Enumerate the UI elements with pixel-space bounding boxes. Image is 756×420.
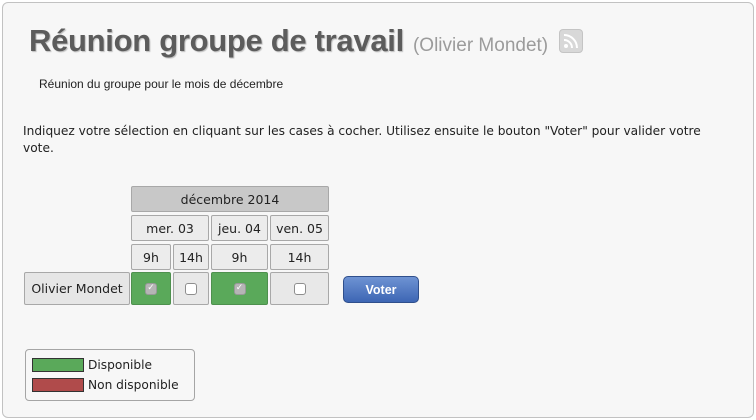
title-row: Réunion groupe de travail (Olivier Monde…: [29, 23, 584, 59]
poll-title: Réunion groupe de travail: [29, 23, 404, 58]
checkbox-checked[interactable]: ✓: [145, 282, 157, 295]
legend-item-unavailable: Non disponible: [32, 378, 179, 392]
checkbox-unchecked[interactable]: [293, 282, 306, 295]
checkbox-checked[interactable]: ✓: [233, 282, 246, 295]
time-header: 9h: [131, 244, 171, 270]
vote-button[interactable]: Voter: [343, 276, 419, 303]
poll-description: Réunion du groupe pour le mois de décemb…: [39, 77, 284, 91]
legend: Disponible Non disponible: [25, 349, 195, 401]
legend-label-available: Disponible: [88, 358, 153, 372]
poll-panel: Réunion groupe de travail (Olivier Monde…: [2, 2, 754, 418]
time-header: 14h: [270, 244, 329, 270]
time-header: 14h: [173, 244, 209, 270]
poll-author: (Olivier Mondet): [412, 35, 549, 56]
rss-icon[interactable]: [559, 29, 584, 53]
day-header-ven-05: ven. 05: [270, 215, 329, 241]
legend-label-unavailable: Non disponible: [88, 378, 179, 392]
available-swatch: [32, 358, 84, 372]
vote-cell-ven-05-14h[interactable]: [270, 272, 329, 305]
day-header-mer-03: mer. 03: [131, 215, 209, 241]
checkbox-unchecked[interactable]: [185, 282, 197, 295]
legend-item-available: Disponible: [32, 358, 152, 372]
instructions-text: Indiquez votre sélection en cliquant sur…: [23, 124, 701, 155]
month-header: décembre 2014: [131, 186, 329, 212]
vote-cell-mer-03-14h[interactable]: [173, 272, 209, 305]
day-header-jeu-04: jeu. 04: [211, 215, 268, 241]
participant-name: Olivier Mondet: [24, 272, 130, 305]
vote-cell-jeu-04-9h[interactable]: ✓: [211, 272, 268, 305]
unavailable-swatch: [32, 378, 84, 392]
time-header: 9h: [211, 244, 268, 270]
vote-cell-mer-03-9h[interactable]: ✓: [131, 272, 171, 305]
